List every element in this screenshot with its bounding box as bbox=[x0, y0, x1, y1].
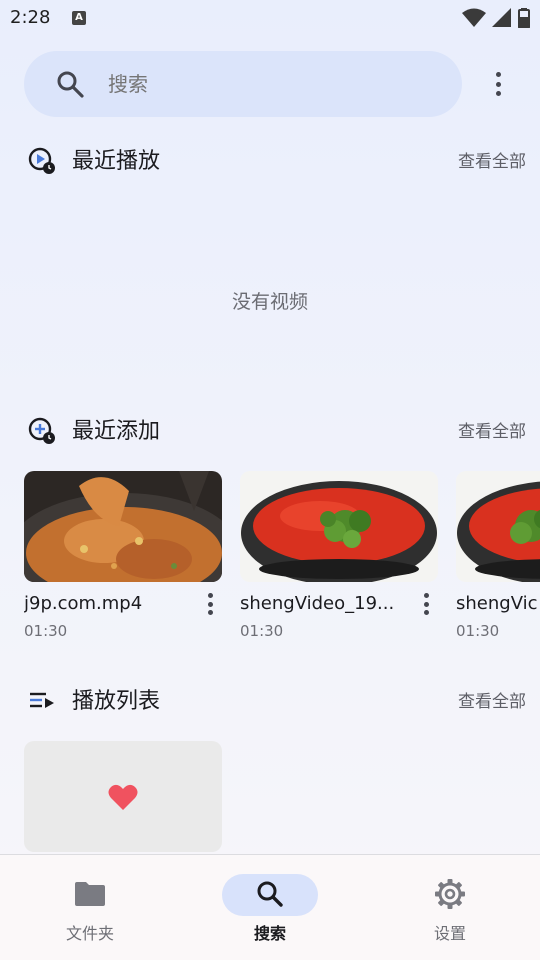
recent-added-title: 最近添加 bbox=[72, 419, 161, 444]
status-time: 2:28 bbox=[10, 7, 51, 28]
playlists-header: 播放列表 查看全部 bbox=[0, 679, 540, 719]
video-title: j9p.com.mp4 bbox=[24, 593, 143, 614]
video-thumbnail[interactable] bbox=[240, 471, 438, 582]
video-card[interactable]: shengVic 01:30 bbox=[456, 471, 540, 651]
playlists-view-all-link[interactable]: 查看全部 bbox=[458, 687, 526, 712]
video-duration: 01:30 bbox=[240, 622, 284, 640]
nav-item-settings[interactable]: 设置 bbox=[360, 855, 540, 960]
video-more-button[interactable] bbox=[420, 591, 432, 617]
battery-icon bbox=[518, 8, 530, 28]
recent-play-view-all-link[interactable]: 查看全部 bbox=[458, 147, 526, 172]
search-input[interactable] bbox=[108, 51, 408, 117]
search-icon bbox=[257, 881, 283, 907]
recent-added-icon bbox=[28, 417, 55, 444]
video-thumbnail[interactable] bbox=[456, 471, 540, 582]
folder-icon bbox=[75, 882, 105, 906]
video-title: shengVideo_19... bbox=[240, 593, 395, 614]
nav-item-folders[interactable]: 文件夹 bbox=[0, 855, 180, 960]
recent-play-header: 最近播放 查看全部 bbox=[0, 139, 540, 179]
nav-item-search[interactable]: 搜索 bbox=[180, 855, 360, 960]
playlist-icon bbox=[30, 692, 54, 708]
recent-play-title: 最近播放 bbox=[72, 149, 161, 174]
search-icon bbox=[57, 71, 84, 98]
video-more-button[interactable] bbox=[204, 591, 216, 617]
video-thumbnail[interactable] bbox=[24, 471, 222, 582]
accessibility-icon: A bbox=[72, 11, 86, 25]
video-duration: 01:30 bbox=[456, 622, 500, 640]
more-options-button[interactable] bbox=[484, 68, 512, 100]
nav-label-folders: 文件夹 bbox=[65, 924, 114, 943]
nav-label-settings: 设置 bbox=[433, 924, 466, 943]
recent-added-header: 最近添加 查看全部 bbox=[0, 409, 540, 449]
bottom-navigation: 文件夹 搜索 设置 bbox=[0, 854, 540, 960]
status-icons bbox=[462, 8, 530, 28]
nav-label-search: 搜索 bbox=[253, 924, 286, 943]
video-duration: 01:30 bbox=[24, 622, 68, 640]
video-card[interactable]: shengVideo_19... 01:30 bbox=[240, 471, 438, 640]
playlists-title: 播放列表 bbox=[72, 689, 161, 714]
wifi-icon bbox=[462, 8, 486, 27]
signal-icon bbox=[492, 8, 511, 27]
status-bar: 2:28 A bbox=[0, 0, 540, 38]
heart-icon bbox=[108, 784, 138, 810]
recent-added-view-all-link[interactable]: 查看全部 bbox=[458, 417, 526, 442]
search-bar[interactable] bbox=[24, 51, 462, 117]
recent-play-empty-text: 没有视频 bbox=[231, 291, 308, 313]
video-card[interactable]: j9p.com.mp4 01:30 bbox=[24, 471, 222, 640]
favorites-playlist-card[interactable] bbox=[24, 741, 222, 852]
gear-icon bbox=[435, 879, 465, 909]
recent-play-icon bbox=[28, 147, 55, 174]
video-title: shengVic bbox=[456, 593, 538, 614]
